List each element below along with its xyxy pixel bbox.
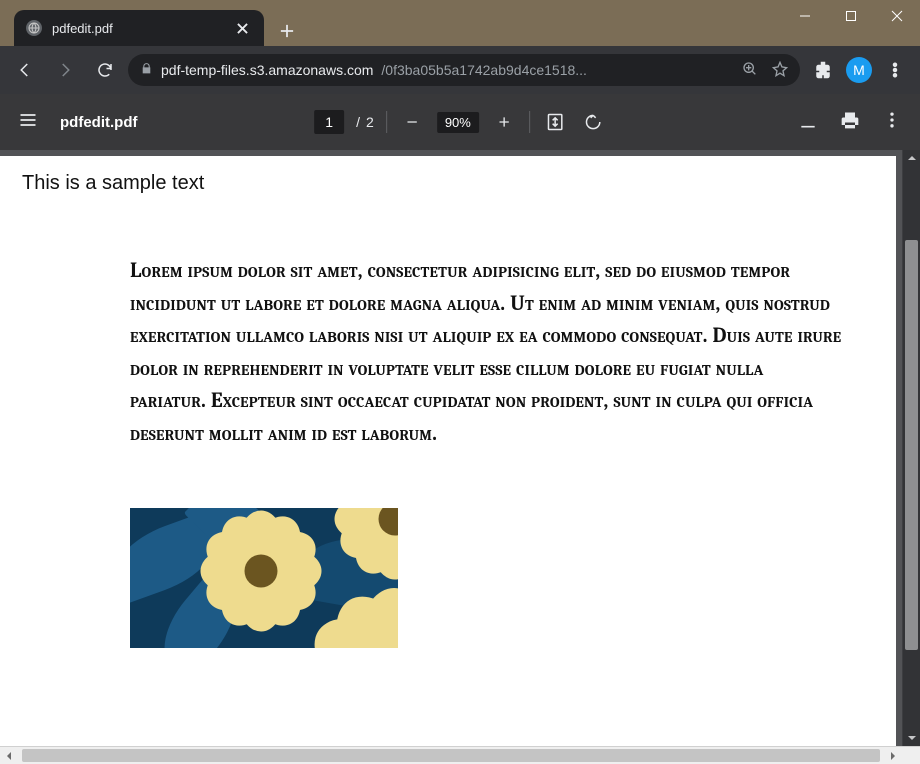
forward-button[interactable] — [48, 53, 82, 87]
scroll-down-arrow-icon[interactable] — [903, 730, 920, 746]
url-path: /0f3ba05b5a1742ab9d4ce1518... — [381, 62, 587, 78]
pdf-filename: pdfedit.pdf — [60, 114, 137, 131]
window-controls — [782, 0, 920, 32]
page-total: 2 — [366, 114, 374, 130]
scroll-up-arrow-icon[interactable] — [903, 150, 920, 166]
reload-button[interactable] — [88, 53, 122, 87]
horizontal-scrollbar[interactable] — [0, 746, 920, 764]
new-tab-button[interactable] — [272, 16, 302, 46]
zoom-out-button[interactable] — [399, 109, 425, 135]
fit-page-button[interactable] — [542, 109, 568, 135]
divider — [529, 111, 530, 133]
document-image-flowers — [130, 508, 398, 648]
extensions-button[interactable] — [806, 53, 840, 87]
tab-strip: pdfedit.pdf — [0, 0, 302, 46]
pdf-page-area[interactable]: This is a sample text Lorem ipsum dolor … — [0, 150, 902, 746]
browser-tab-active[interactable]: pdfedit.pdf — [14, 10, 264, 46]
divider — [386, 111, 387, 133]
horizontal-scroll-thumb[interactable] — [22, 749, 880, 762]
vertical-scrollbar[interactable] — [902, 150, 920, 746]
pdf-page-1: This is a sample text Lorem ipsum dolor … — [0, 156, 896, 746]
download-button[interactable] — [798, 110, 818, 135]
pdf-viewport: This is a sample text Lorem ipsum dolor … — [0, 150, 920, 764]
bookmark-star-icon[interactable] — [772, 61, 788, 80]
zoom-level[interactable]: 90% — [437, 112, 479, 133]
page-separator: / — [356, 114, 360, 130]
maximize-button[interactable] — [828, 0, 874, 32]
pdf-toolbar-right — [798, 110, 902, 135]
close-window-button[interactable] — [874, 0, 920, 32]
tab-title: pdfedit.pdf — [52, 21, 113, 36]
globe-icon — [26, 20, 42, 36]
scroll-left-arrow-icon[interactable] — [0, 747, 18, 764]
address-bar: pdf-temp-files.s3.amazonaws.com/0f3ba05b… — [0, 46, 920, 94]
zoom-indicator-icon[interactable] — [742, 61, 758, 80]
browser-menu-button[interactable] — [878, 53, 912, 87]
zoom-in-button[interactable] — [491, 109, 517, 135]
window-titlebar: pdfedit.pdf — [0, 0, 920, 46]
lock-icon — [140, 62, 153, 78]
sidebar-toggle-button[interactable] — [18, 110, 38, 135]
omnibox[interactable]: pdf-temp-files.s3.amazonaws.com/0f3ba05b… — [128, 54, 800, 86]
sample-text: This is a sample text — [22, 172, 878, 195]
pdf-more-menu-button[interactable] — [882, 110, 902, 135]
page-count: / 2 — [356, 114, 374, 130]
page-number-input[interactable]: 1 — [314, 110, 344, 134]
minimize-button[interactable] — [782, 0, 828, 32]
pdf-toolbar: pdfedit.pdf 1 / 2 90% — [0, 94, 920, 150]
back-button[interactable] — [8, 53, 42, 87]
vertical-scroll-thumb[interactable] — [905, 240, 918, 650]
pdf-toolbar-center: 1 / 2 90% — [314, 109, 606, 135]
profile-avatar[interactable]: M — [846, 57, 872, 83]
scroll-right-arrow-icon[interactable] — [884, 747, 902, 764]
url-host: pdf-temp-files.s3.amazonaws.com — [161, 62, 373, 78]
lorem-paragraph: Lorem ipsum dolor sit amet, consectetur … — [130, 255, 842, 450]
print-button[interactable] — [840, 110, 860, 135]
rotate-button[interactable] — [580, 109, 606, 135]
close-tab-icon[interactable] — [234, 20, 250, 36]
